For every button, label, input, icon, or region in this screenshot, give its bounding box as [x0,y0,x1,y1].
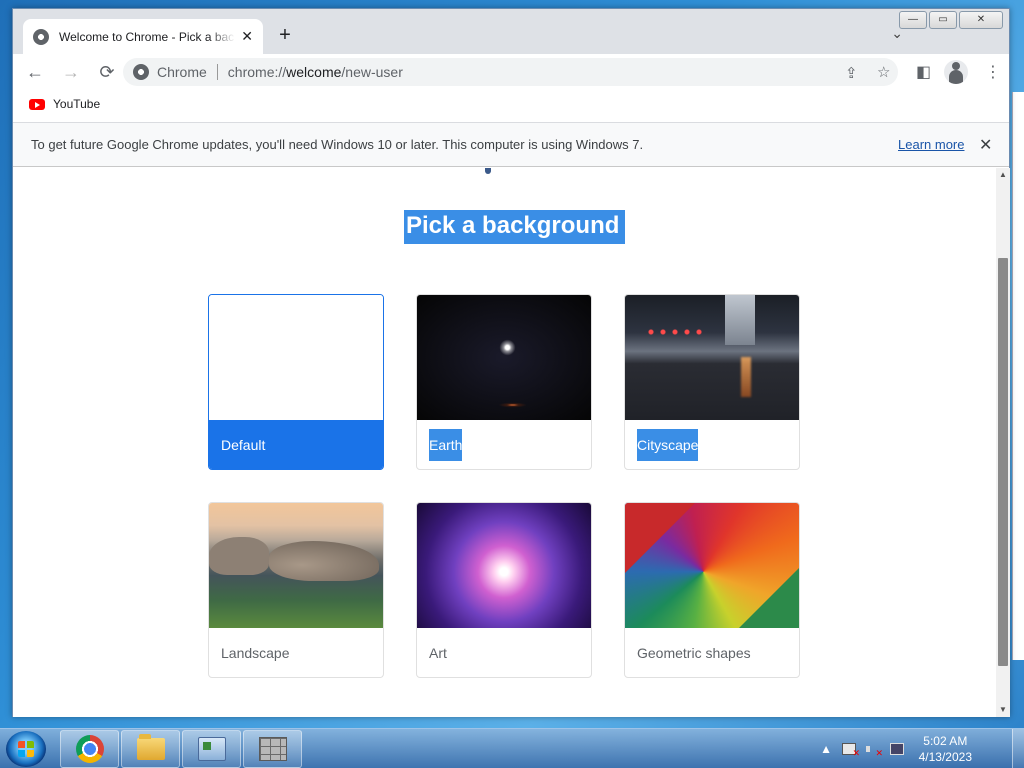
forward-button[interactable]: → [57,58,85,86]
start-button[interactable] [6,731,46,767]
url-scheme: chrome:// [227,64,287,80]
vertical-scrollbar[interactable]: ▲ ▼ [996,168,1010,717]
clock-time: 5:02 AM [923,734,968,748]
system-tray: ▲ [820,729,904,768]
taskbar-chrome[interactable] [60,730,119,768]
window-controls: — ▭ ✕ [899,11,1003,29]
tab-title: Welcome to Chrome - Pick a background [59,29,235,44]
bookmark-star-icon[interactable]: ☆ [877,63,890,81]
scrollbar-thumb[interactable] [998,258,1008,666]
new-tab-button[interactable]: + [273,23,297,47]
action-center-icon[interactable] [842,743,860,759]
globe-icon [33,28,49,45]
reload-button[interactable]: ⟳ [93,58,121,86]
scroll-up-icon[interactable]: ▲ [996,168,1010,182]
page-shape [485,168,491,174]
rock-shape [209,537,269,575]
chrome-window: Welcome to Chrome - Pick a background ✕ … [12,8,1010,717]
background-card-cityscape[interactable]: Cityscape [624,294,800,470]
background-card-earth[interactable]: Earth [416,294,592,470]
taskbar-explorer[interactable] [121,730,180,768]
show-desktop-button[interactable] [1012,729,1024,768]
update-infobar: To get future Google Chrome updates, you… [13,122,1009,167]
volume-icon[interactable] [866,743,883,759]
card-label: Default [209,420,383,469]
lights-shape [645,329,705,335]
toolbar: ← → ⟳ Chrome chrome://welcome/new-user [13,54,1009,90]
page-title: Pick a background [404,210,626,244]
back-button[interactable]: ← [21,58,49,86]
taskbar-control-panel[interactable] [182,730,241,768]
profile-avatar[interactable] [944,60,968,84]
url-text: chrome://welcome/new-user [228,64,403,80]
maximize-button[interactable]: ▭ [929,11,957,29]
building-shape [725,295,755,345]
scroll-down-icon[interactable]: ▼ [996,703,1010,717]
triangle-shape [739,568,799,628]
card-label: Cityscape [637,429,699,461]
url-host: welcome [286,64,342,80]
person-icon [949,62,963,84]
divider [216,64,218,80]
glow-shape [741,357,751,397]
card-label: Art [429,645,447,661]
background-card-landscape[interactable]: Landscape [208,502,384,678]
card-label-wrap: Cityscape [625,420,799,469]
infobar-message: To get future Google Chrome updates, you… [31,137,644,152]
clock[interactable]: 5:02 AM 4/13/2023 [919,733,972,765]
bookmarks-bar: YouTube [13,90,1009,118]
title-bar: Welcome to Chrome - Pick a background ✕ … [13,9,1009,54]
rock-shape [269,541,379,581]
chrome-icon [75,735,104,763]
background-card-default[interactable]: Default [208,294,384,470]
windows-logo-icon [18,741,34,757]
infobar-close-icon[interactable]: ✕ [979,135,992,155]
taskbar: ▲ 5:02 AM 4/13/2023 [0,728,1024,768]
landscape-thumbnail [209,503,383,628]
learn-more-link[interactable]: Learn more [898,137,964,152]
bookmark-youtube[interactable]: YouTube [53,97,100,111]
minimize-button[interactable]: — [899,11,927,29]
background-card-geometric[interactable]: Geometric shapes [624,502,800,678]
url-path: /new-user [341,64,403,80]
youtube-icon[interactable] [29,98,45,110]
menu-kebab-icon[interactable]: ⋮ [985,62,1001,82]
side-panel-icon[interactable]: ◧ [916,62,931,82]
card-label: Landscape [221,645,290,661]
background-card-art[interactable]: Art [416,502,592,678]
close-window-button[interactable]: ✕ [959,11,1003,29]
clock-date: 4/13/2023 [918,750,972,764]
share-icon[interactable]: ⇪ [845,64,858,82]
card-label: Geometric shapes [637,645,751,661]
network-icon[interactable] [890,743,904,755]
folder-icon [136,734,165,760]
page-content: Pick a background Default Earth Cityscap… [13,168,996,717]
firewall-icon [258,737,287,761]
art-thumbnail [417,503,591,628]
geometric-thumbnail [625,503,799,628]
tab-close-icon[interactable]: ✕ [241,28,253,45]
address-bar[interactable]: Chrome chrome://welcome/new-user [123,58,898,86]
triangle-shape [625,503,695,573]
taskbar-firewall[interactable] [243,730,302,768]
cityscape-thumbnail [625,295,799,420]
background-window [1012,92,1024,660]
default-thumbnail [209,295,383,420]
earth-thumbnail [417,295,591,420]
tray-expand-icon[interactable]: ▲ [820,742,832,756]
control-panel-icon [197,737,226,761]
tab-welcome[interactable]: Welcome to Chrome - Pick a background ✕ [23,19,263,54]
card-label-wrap: Earth [417,420,591,469]
chrome-icon [133,64,149,80]
card-label: Earth [429,429,463,461]
site-chip: Chrome [157,64,207,80]
